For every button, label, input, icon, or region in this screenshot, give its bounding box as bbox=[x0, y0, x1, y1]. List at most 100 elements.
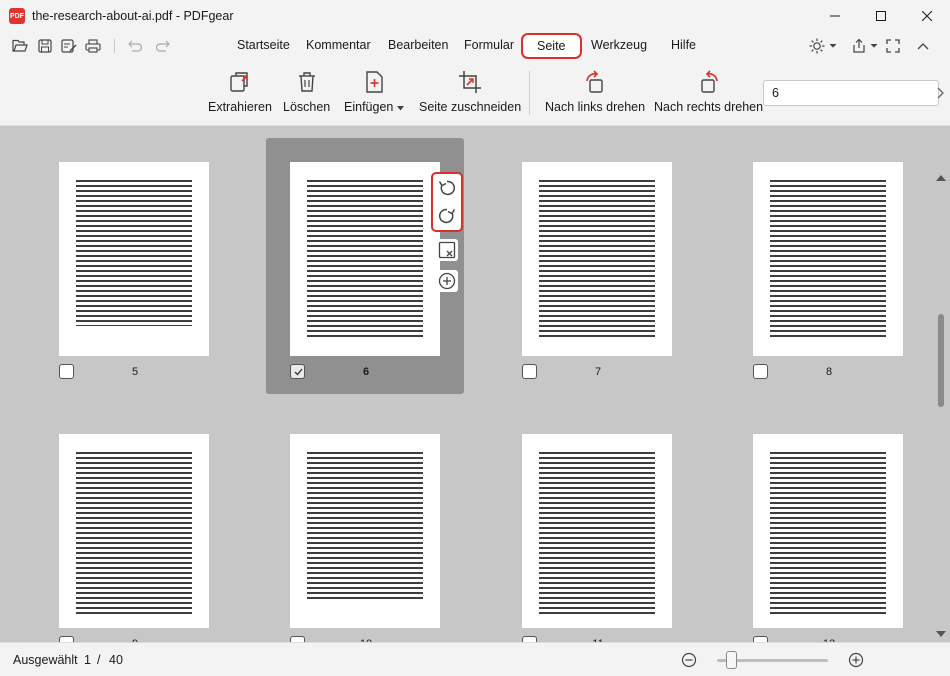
page-thumbnail[interactable] bbox=[59, 434, 209, 628]
page-thumbnail[interactable] bbox=[290, 162, 440, 356]
crop-page-button[interactable]: Seite zuschneiden bbox=[419, 59, 521, 125]
thumb-rotate-left-button[interactable] bbox=[436, 177, 458, 199]
thumbnail-card[interactable]: 9 bbox=[35, 410, 233, 642]
delete-button[interactable]: Löschen bbox=[283, 59, 330, 125]
undo-button[interactable] bbox=[125, 37, 143, 55]
menu-formular[interactable]: Formular bbox=[464, 32, 514, 59]
page-checkbox[interactable] bbox=[59, 364, 74, 379]
page-thumbnail[interactable] bbox=[753, 162, 903, 356]
rotate-right-icon bbox=[700, 70, 718, 93]
page-number-label: 7 bbox=[594, 366, 602, 378]
page-text-preview bbox=[539, 180, 655, 338]
crop-label: Seite zuschneiden bbox=[419, 100, 522, 114]
thumbnail-card[interactable]: 7 bbox=[498, 138, 696, 394]
page-text-preview bbox=[307, 452, 423, 602]
page-text-preview bbox=[539, 452, 655, 614]
redo-icon bbox=[156, 40, 170, 52]
rotate-left-label: Nach links drehen bbox=[545, 100, 646, 114]
page-checkbox[interactable] bbox=[522, 364, 537, 379]
page-number-label: 5 bbox=[131, 366, 139, 378]
thumbnail-card[interactable]: 11 bbox=[498, 410, 696, 642]
page-text-preview bbox=[307, 180, 423, 338]
fullscreen-button[interactable] bbox=[886, 37, 900, 55]
insert-text: Einfügen bbox=[344, 100, 394, 114]
extract-icon bbox=[230, 72, 248, 92]
page-checkbox[interactable] bbox=[753, 364, 768, 379]
menu-seite[interactable]: Seite bbox=[521, 33, 582, 59]
total-pages: 40 bbox=[109, 653, 123, 667]
menu-kommentar[interactable]: Kommentar bbox=[306, 32, 371, 59]
page-thumbnail[interactable] bbox=[522, 162, 672, 356]
ribbon-scroll-right-icon[interactable] bbox=[936, 87, 946, 99]
zoom-slider-thumb[interactable] bbox=[726, 651, 737, 669]
share-button[interactable] bbox=[851, 37, 878, 55]
vertical-scrollbar-thumb[interactable] bbox=[938, 314, 944, 407]
menu-werkzeug[interactable]: Werkzeug bbox=[591, 32, 647, 59]
folder-open-icon bbox=[12, 39, 28, 52]
print-icon bbox=[85, 39, 101, 53]
save-as-button[interactable] bbox=[60, 37, 78, 55]
page-text-preview bbox=[770, 452, 886, 614]
page-number-label: 8 bbox=[825, 366, 833, 378]
menu-startseite[interactable]: Startseite bbox=[237, 32, 290, 59]
minimize-button[interactable] bbox=[812, 0, 858, 32]
extract-label: Extrahieren bbox=[208, 100, 272, 114]
page-number-label: 6 bbox=[362, 366, 370, 378]
maximize-icon bbox=[876, 11, 886, 21]
theme-button[interactable] bbox=[809, 37, 837, 55]
page-ribbon: Extrahieren Löschen Einfügen Seite zusch… bbox=[0, 59, 950, 126]
insert-page-icon bbox=[366, 71, 383, 93]
insert-button[interactable]: Einfügen bbox=[344, 59, 404, 125]
rotate-left-button[interactable]: Nach links drehen bbox=[545, 59, 645, 125]
title-bar: PDF the-research-about-ai.pdf - PDFgear bbox=[0, 0, 950, 32]
window-controls bbox=[812, 0, 950, 32]
crop-icon bbox=[459, 71, 482, 93]
scroll-up-icon[interactable] bbox=[936, 174, 946, 182]
collapse-ribbon-button[interactable] bbox=[917, 37, 929, 55]
page-thumbnail[interactable] bbox=[59, 162, 209, 356]
chevron-up-icon bbox=[917, 43, 929, 50]
save-button[interactable] bbox=[36, 37, 54, 55]
page-thumbnail[interactable] bbox=[290, 434, 440, 628]
plus-circle-icon bbox=[438, 272, 456, 290]
open-file-button[interactable] bbox=[11, 37, 29, 55]
extract-button[interactable]: Extrahieren bbox=[208, 59, 272, 125]
menu-bearbeiten[interactable]: Bearbeiten bbox=[388, 32, 448, 59]
selected-count: 1 bbox=[84, 653, 91, 667]
thumbnail-card[interactable]: 5 bbox=[35, 138, 233, 394]
delete-page-icon bbox=[438, 241, 456, 259]
thumbnail-card[interactable]: 8 bbox=[729, 138, 927, 394]
fullscreen-icon bbox=[886, 39, 900, 53]
thumb-insert-page-button[interactable] bbox=[436, 270, 458, 292]
thumbnail-grid: 5 6 7 8 9 10 11 12 bbox=[0, 126, 950, 642]
sun-icon bbox=[809, 38, 825, 54]
pdfgear-logo-icon: PDF bbox=[9, 8, 25, 24]
close-button[interactable] bbox=[904, 0, 950, 32]
rotate-right-icon bbox=[439, 208, 456, 224]
page-checkbox[interactable] bbox=[290, 364, 305, 379]
thumb-rotate-right-button[interactable] bbox=[436, 205, 458, 227]
page-number-input[interactable] bbox=[763, 80, 939, 106]
zoom-in-icon[interactable] bbox=[848, 652, 864, 668]
selected-label: Ausgewählt bbox=[13, 653, 78, 667]
thumb-delete-page-button[interactable] bbox=[436, 239, 458, 261]
minimize-icon bbox=[830, 15, 840, 17]
chevron-down-icon bbox=[870, 43, 878, 48]
maximize-button[interactable] bbox=[858, 0, 904, 32]
redo-button[interactable] bbox=[155, 37, 173, 55]
thumbnail-card[interactable]: 10 bbox=[266, 410, 464, 642]
scroll-down-icon[interactable] bbox=[936, 630, 946, 638]
menu-hilfe[interactable]: Hilfe bbox=[671, 32, 696, 59]
rotate-left-icon bbox=[438, 180, 455, 196]
zoom-out-icon[interactable] bbox=[681, 652, 697, 668]
thumbnail-card[interactable]: 12 bbox=[729, 410, 927, 642]
page-thumbnail[interactable] bbox=[522, 434, 672, 628]
insert-label: Einfügen bbox=[344, 100, 404, 114]
window-title: the-research-about-ai.pdf - PDFgear bbox=[32, 9, 234, 23]
close-icon bbox=[922, 11, 932, 21]
ribbon-divider bbox=[529, 71, 530, 115]
rotate-right-button[interactable]: Nach rechts drehen bbox=[654, 59, 763, 125]
page-text-preview bbox=[76, 180, 192, 326]
page-thumbnail[interactable] bbox=[753, 434, 903, 628]
print-button[interactable] bbox=[84, 37, 102, 55]
